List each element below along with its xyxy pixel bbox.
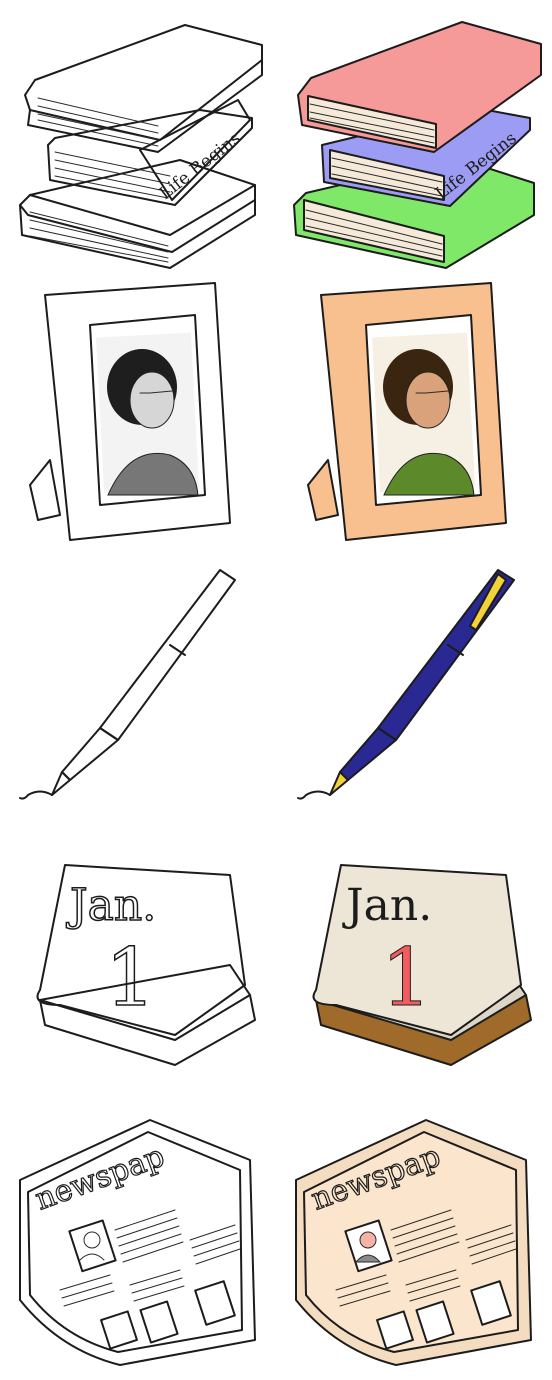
- newspaper-masthead: newspap: [31, 1139, 169, 1218]
- calendar-colored-drawing: Jan. 1: [312, 864, 532, 1066]
- calendar-day: 1: [105, 931, 156, 1024]
- calendar-month: Jan.: [342, 880, 432, 931]
- frame-row: [0, 275, 552, 550]
- books-colored: Life Begins: [276, 0, 552, 275]
- books-row: Life Begins Life Begins: [0, 0, 552, 275]
- calendar-month: Jan.: [66, 880, 156, 931]
- books-spine-text: Life Begins: [156, 128, 245, 203]
- pen-outline: [0, 550, 276, 825]
- books-outline: Life Begins: [0, 0, 276, 275]
- photo-frame-colored: [276, 275, 552, 550]
- newspaper-outline: newspap: [0, 1100, 276, 1380]
- photo-frame-colored-drawing: [307, 282, 507, 541]
- newspaper-outline-drawing: newspap: [19, 1119, 256, 1366]
- newspaper-colored-drawing: newspap: [295, 1119, 532, 1366]
- pen-colored: [276, 550, 552, 825]
- photo-frame-outline-drawing: [29, 282, 231, 541]
- calendar-outline-drawing: Jan. 1: [36, 864, 256, 1066]
- pen-colored-drawing: [297, 569, 515, 800]
- newspaper-row: newspap newspap: [0, 1100, 552, 1380]
- calendar-day: 1: [381, 931, 432, 1024]
- pen-outline-drawing: [19, 569, 236, 800]
- books-outline-drawing: Life Begins: [19, 24, 263, 269]
- calendar-outline: Jan. 1: [0, 825, 276, 1100]
- newspaper-colored: newspap: [276, 1100, 552, 1380]
- photo-frame-outline: [0, 275, 276, 550]
- pen-row: [0, 550, 552, 825]
- books-colored-drawing: Life Begins: [293, 21, 542, 269]
- calendar-row: Jan. 1 Jan. 1: [0, 825, 552, 1100]
- calendar-colored: Jan. 1: [276, 825, 552, 1100]
